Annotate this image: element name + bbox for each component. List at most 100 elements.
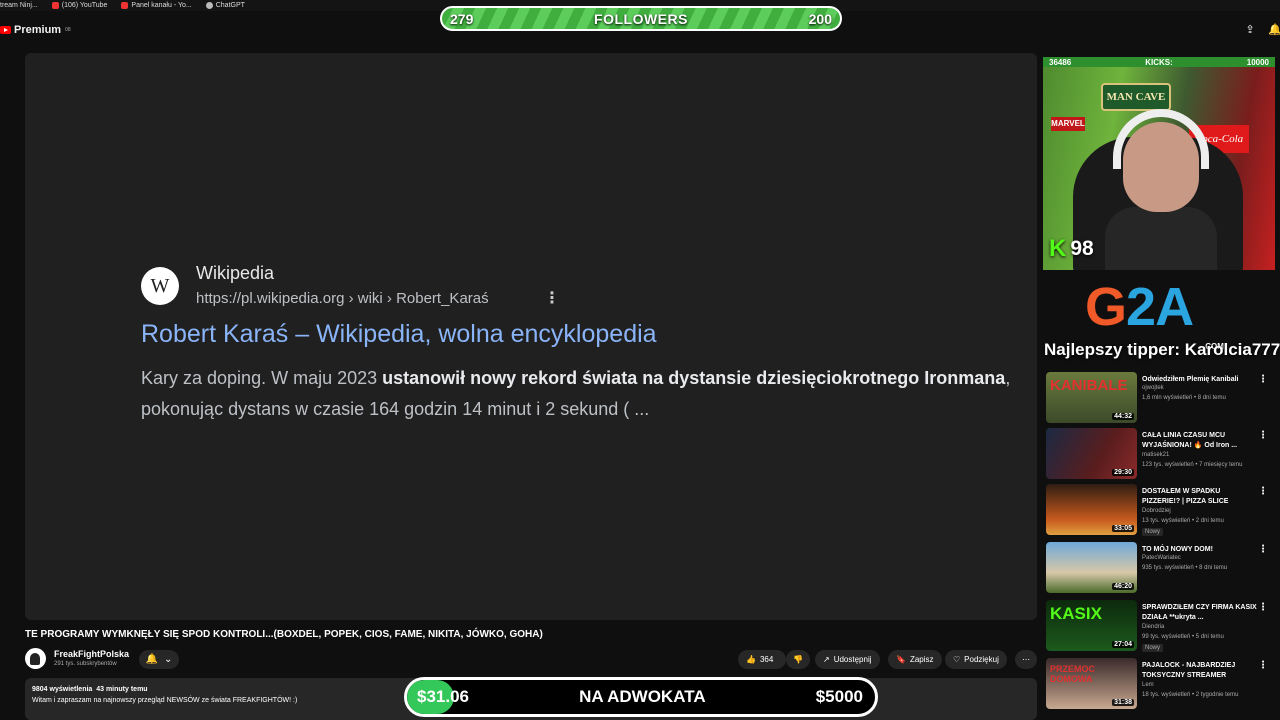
bookmark-label: Panel kanału - Yo... <box>131 2 192 9</box>
followers-label: FOLLOWERS <box>594 10 688 27</box>
bookmark-label: (106) YouTube <box>61 2 108 9</box>
video-title: Odwiedziłem Plemię Kanibali <box>1142 376 1239 383</box>
video-stats: 935 tys. wyświetleń • 8 dni temu <box>1142 565 1228 571</box>
video-title: TO MÓJ NOWY DOM! <box>1142 546 1213 553</box>
video-title: SPRAWDZIŁEM CZY FIRMA KASIX DZIAŁA **ukr… <box>1142 604 1257 621</box>
channel-name: PatecWariatec <box>1142 555 1181 561</box>
followers-goal: 200 <box>808 10 832 27</box>
more-options-icon[interactable]: ⋮ <box>1258 544 1268 555</box>
kick-counter: K 98 <box>1049 235 1094 263</box>
recommended-video[interactable]: 33:05 DOSTAŁEM W SPADKU PIZZERIE!? | PIZ… <box>1046 484 1272 536</box>
channel-name: Diendria <box>1142 624 1165 630</box>
duration-badge: 44:32 <box>1112 413 1134 420</box>
share-icon: ↗ <box>823 655 830 664</box>
channel-name: Dobrodziej <box>1142 508 1171 514</box>
more-options-icon: ⋮ <box>544 290 560 307</box>
kick-count: 98 <box>1070 237 1094 260</box>
streamer-body <box>1105 207 1217 270</box>
video-thumbnail: KASIX 27:04 <box>1046 600 1137 651</box>
duration-badge: 31:38 <box>1112 699 1134 706</box>
more-options-icon[interactable]: ⋮ <box>1258 660 1268 671</box>
donation-label: NA ADWOKATA <box>579 687 706 706</box>
video-stats: 123 tys. wyświetleń • 7 miesięcy temu <box>1142 462 1243 468</box>
kicks-label: KICKS: <box>1145 57 1173 67</box>
kick-logo-icon: K <box>1049 235 1067 262</box>
wikipedia-logo-icon: W <box>141 267 179 305</box>
kicks-goal-bar: 36486 KICKS: 10000 <box>1043 57 1275 67</box>
video-title: PAJALOCK - NAJBARDZIEJ TOKSYCZNY STREAME… <box>1142 662 1236 679</box>
more-options-icon[interactable]: ⋮ <box>1258 430 1268 441</box>
video-thumbnail: KANIBALE 44:32 <box>1046 372 1137 423</box>
video-title: CAŁA LINIA CZASU MCU WYJAŚNIONA! 🔥 Od Ir… <box>1142 432 1238 449</box>
bookmark-label: ChatGPT <box>215 2 245 9</box>
thanks-button[interactable]: ♡ Podziękuj <box>945 650 1007 669</box>
channel-name: ojwojtek <box>1142 385 1164 391</box>
recommended-video[interactable]: 46:20 TO MÓJ NOWY DOM! PatecWariatec 935… <box>1046 542 1272 594</box>
youtube-icon <box>51 2 59 9</box>
video-thumbnail: 33:05 <box>1046 484 1137 535</box>
new-badge: Nowy <box>1142 644 1164 652</box>
heart-dollar-icon: ♡ <box>953 655 961 664</box>
bookmark-item[interactable]: tream Ninj... <box>0 0 38 11</box>
bookmark-label: tream Ninj... <box>0 2 38 9</box>
more-options-icon[interactable]: ⋮ <box>1258 486 1268 497</box>
like-button[interactable]: 👍 364 <box>738 650 786 669</box>
thumbs-up-icon: 👍 <box>746 655 756 664</box>
thumbs-down-icon: 👎 <box>793 655 803 664</box>
upload-time: 43 minuty temu <box>96 686 148 693</box>
save-button[interactable]: 🔖 Zapisz <box>888 650 942 669</box>
channel-name[interactable]: FreakFightPolska <box>54 649 129 659</box>
video-thumbnail: 29:30 <box>1046 428 1137 479</box>
search-result-site: Wikipedia <box>196 263 275 283</box>
video-stats: 18 tys. wyświetleń • 2 tygodnie temu <box>1142 692 1239 698</box>
search-result-snippet: Kary za doping. W maju 2023 ustanowił no… <box>141 368 1011 419</box>
more-options-icon[interactable]: ⋮ <box>1258 374 1268 385</box>
chatgpt-icon <box>205 2 213 9</box>
followers-current: 279 <box>450 10 474 27</box>
more-options-icon[interactable]: ⋮ <box>1258 602 1268 613</box>
donation-goal-bar: $31.06 NA ADWOKATA $5000 <box>404 677 878 717</box>
recommended-video[interactable]: KASIX 27:04 SPRAWDZIŁEM CZY FIRMA KASIX … <box>1046 600 1272 652</box>
share-button[interactable]: ↗ Udostępnij <box>815 650 880 669</box>
channel-subscribers: 291 tys. subskrybentów <box>54 661 117 667</box>
bookmark-icon: 🔖 <box>896 655 906 664</box>
kicks-goal: 10000 <box>1246 57 1269 67</box>
bookmark-item[interactable]: Panel kanału - Yo... <box>121 0 192 11</box>
notifications-icon[interactable]: 🔔 <box>1268 24 1280 36</box>
search-result-title: Robert Karaś – Wikipedia, wolna encyklop… <box>141 320 657 348</box>
marvel-logo: MARVEL <box>1051 117 1085 131</box>
video-title: TE PROGRAMY WYMKNĘŁY SIĘ SPOD KONTROLI..… <box>25 629 543 640</box>
headset <box>1113 109 1209 169</box>
video-stats: 13 tys. wyświetleń • 2 dni temu <box>1142 518 1224 524</box>
youtube-icon <box>121 2 129 9</box>
bookmark-item[interactable]: ChatGPT <box>205 0 245 11</box>
view-count: 9804 wyświetlenia <box>32 686 93 693</box>
bookmark-item[interactable]: (106) YouTube <box>51 0 108 11</box>
dislike-button[interactable]: 👎 <box>786 650 810 669</box>
search-result-url: https://pl.wikipedia.org › wiki › Robert… <box>196 290 489 307</box>
duration-badge: 46:20 <box>1112 583 1134 590</box>
donation-goal: $5000 <box>815 687 863 706</box>
new-badge: Nowy <box>1142 528 1164 536</box>
channel-name: Lem <box>1142 682 1154 688</box>
streamer-webcam: MAN CAVE MARVEL Coca-Cola 36486 KICKS: 1… <box>1043 57 1275 270</box>
video-stats: 99 tys. wyświetleń • 5 dni temu <box>1142 634 1224 640</box>
duration-badge: 29:30 <box>1112 469 1134 476</box>
subscribe-bell-button[interactable]: 🔔 ⌄ <box>139 650 179 669</box>
donation-current: $31.06 <box>417 687 469 706</box>
recommended-video[interactable]: PRZEMOC DOMOWA 31:38 PAJALOCK - NAJBARDZ… <box>1046 658 1272 710</box>
chevron-down-icon: ⌄ <box>164 654 173 665</box>
channel-avatar[interactable] <box>25 648 46 669</box>
upload-icon[interactable]: ⇪ <box>1244 24 1256 36</box>
video-thumbnail: PRZEMOC DOMOWA 31:38 <box>1046 658 1137 709</box>
youtube-play-icon <box>0 26 11 34</box>
recommended-video[interactable]: 29:30 CAŁA LINIA CZASU MCU WYJAŚNIONA! 🔥… <box>1046 428 1272 480</box>
more-icon: ⋯ <box>1022 655 1030 664</box>
like-count: 364 <box>759 655 774 664</box>
more-actions-button[interactable]: ⋯ <box>1015 650 1037 669</box>
man-cave-sign: MAN CAVE <box>1101 83 1171 111</box>
youtube-logo[interactable]: Premium 08 <box>0 24 71 36</box>
channel-name: matisek21 <box>1142 452 1170 458</box>
recommended-video[interactable]: KANIBALE 44:32 Odwiedziłem Plemię Kaniba… <box>1046 372 1272 424</box>
bell-icon: 🔔 <box>145 654 159 665</box>
